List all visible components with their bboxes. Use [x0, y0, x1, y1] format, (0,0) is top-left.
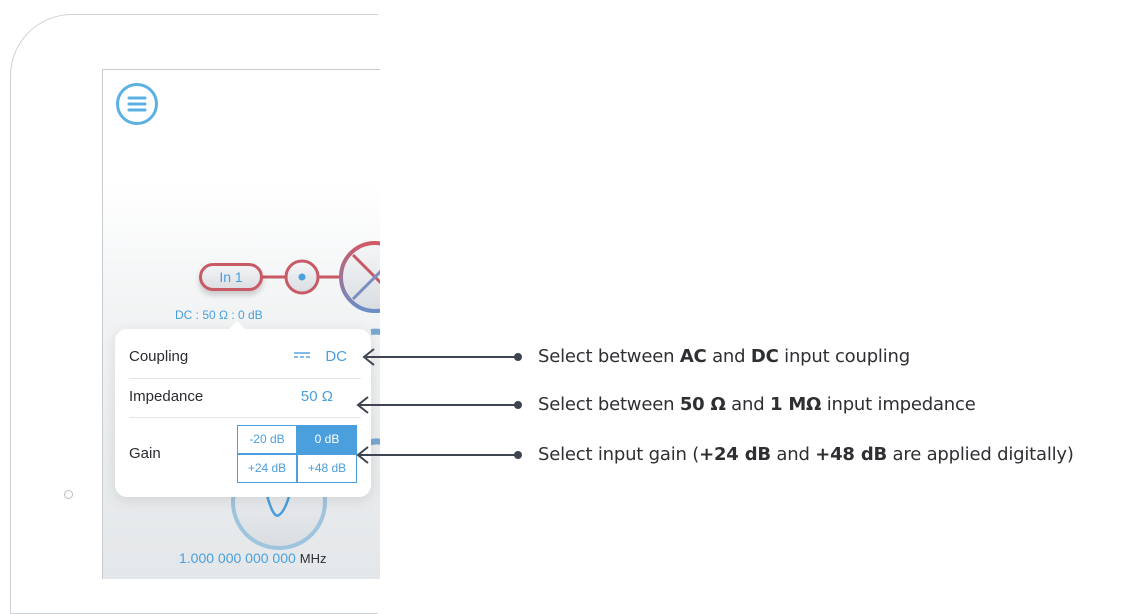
callout-line-impedance — [358, 397, 522, 413]
callout-text: are applied digitally) — [887, 444, 1074, 465]
callout-lines — [0, 0, 1141, 571]
callout-line-coupling — [364, 349, 522, 365]
callout-text: input impedance — [821, 394, 975, 415]
callout-bold: 1 MΩ — [770, 394, 821, 415]
callout-text: and — [726, 394, 770, 415]
callout-text: and — [707, 346, 751, 367]
callout-bold: 50 Ω — [680, 394, 726, 415]
callout-bold: +48 dB — [815, 444, 887, 465]
callout-text: Select between — [538, 394, 680, 415]
callout-text: Select input gain ( — [538, 444, 699, 465]
callout-bold: DC — [751, 346, 779, 367]
callout-bold: AC — [680, 346, 707, 367]
callout-gain: Select input gain (+24 dB and +48 dB are… — [538, 444, 1074, 465]
callout-line-gain — [358, 447, 522, 463]
callout-bold: +24 dB — [699, 444, 771, 465]
callout-text: and — [771, 444, 815, 465]
callout-impedance: Select between 50 Ω and 1 MΩ input imped… — [538, 394, 976, 415]
callout-coupling: Select between AC and DC input coupling — [538, 346, 910, 367]
callout-text: Select between — [538, 346, 680, 367]
callout-text: input coupling — [779, 346, 910, 367]
